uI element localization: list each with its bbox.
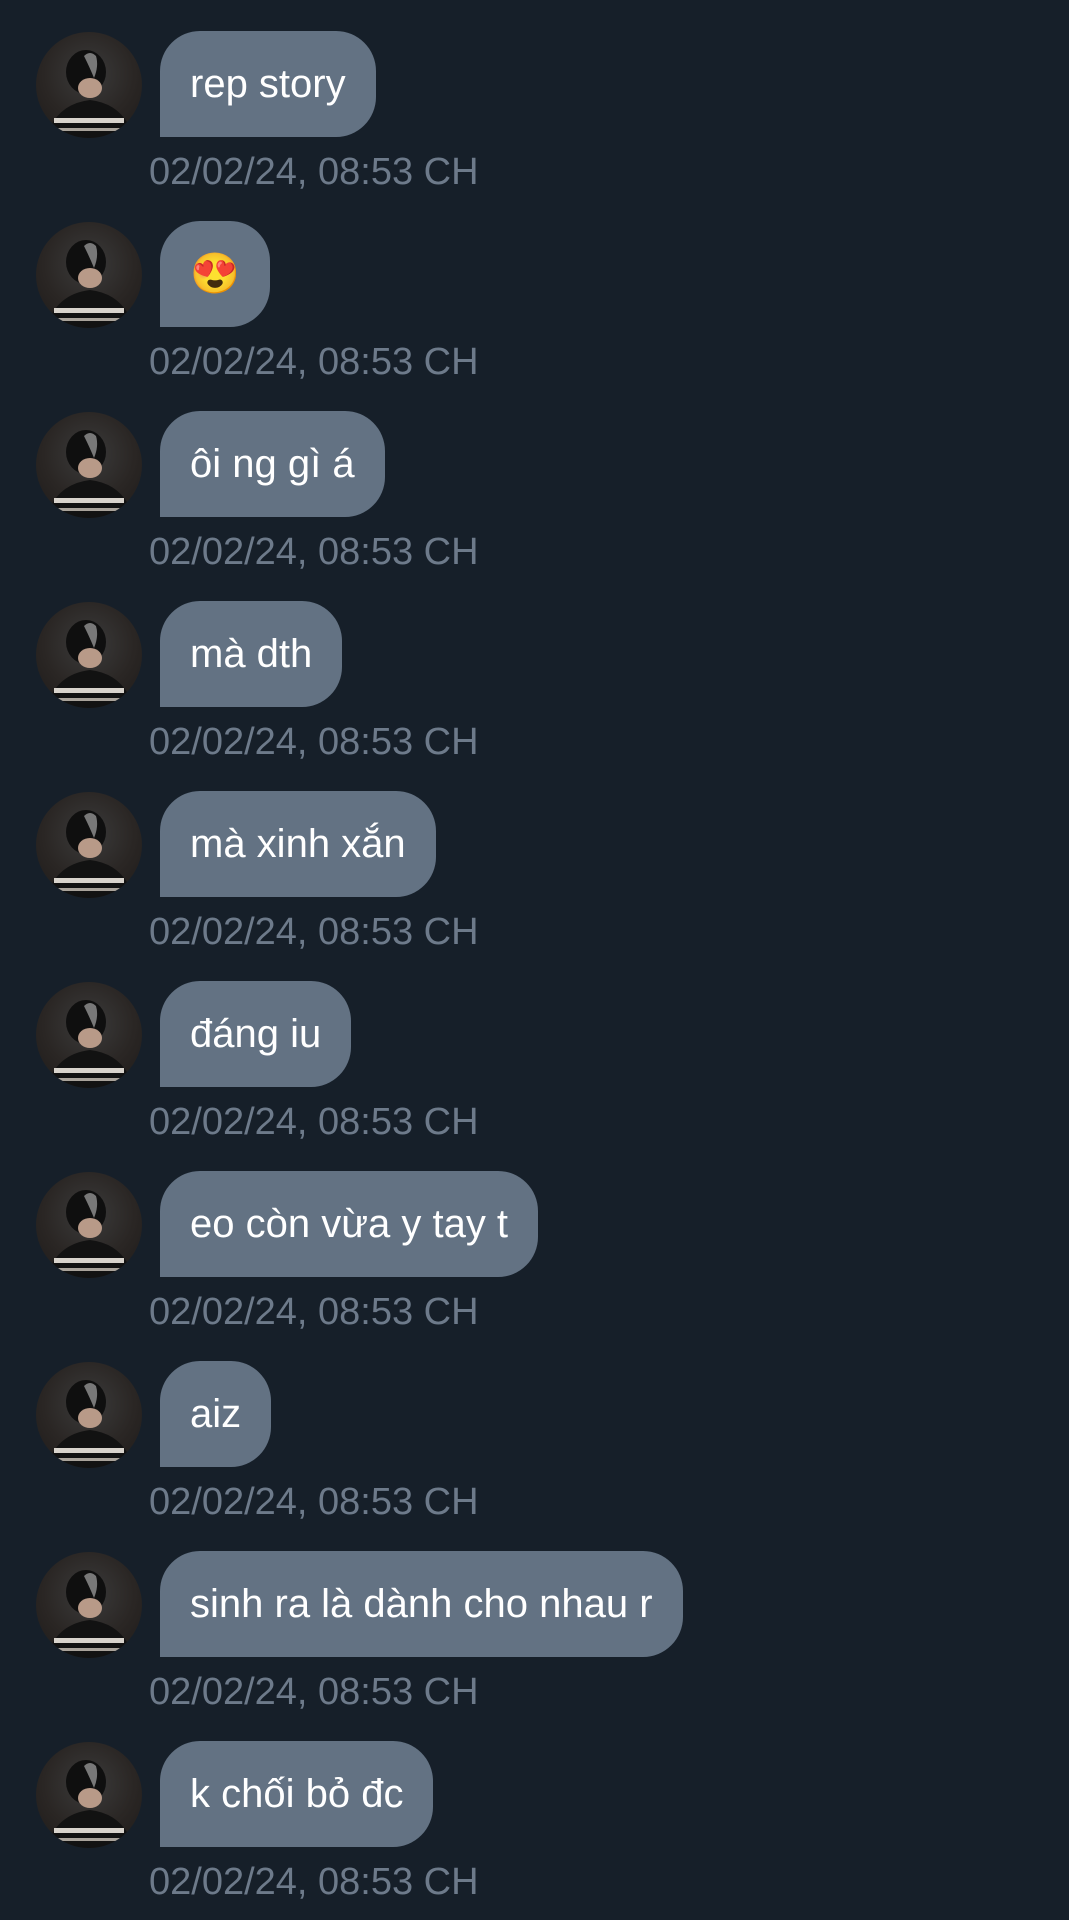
message-timestamp: 02/02/24, 08:53 CH (149, 1291, 479, 1333)
message-timestamp: 02/02/24, 08:53 CH (149, 1101, 479, 1143)
message-timestamp: 02/02/24, 08:53 CH (149, 1861, 479, 1903)
message-bubble[interactable]: rep story (160, 31, 376, 137)
message-bubble[interactable]: ôi ng gì á (160, 411, 385, 517)
message-timestamp: 02/02/24, 08:53 CH (149, 1481, 479, 1523)
avatar[interactable] (36, 32, 142, 138)
message-bubble[interactable]: đáng iu (160, 981, 352, 1087)
message-thread: rep story 02/02/24, 08:53 CH 😍 02/02/24,… (0, 0, 1069, 1920)
message-bubble[interactable]: mà xinh xắn (160, 791, 436, 897)
avatar[interactable] (36, 1552, 142, 1658)
avatar[interactable] (36, 412, 142, 518)
avatar[interactable] (36, 602, 142, 708)
avatar[interactable] (36, 1362, 142, 1468)
message-timestamp: 02/02/24, 08:53 CH (149, 531, 479, 573)
avatar-photo-icon (46, 1000, 134, 1088)
avatar[interactable] (36, 982, 142, 1088)
message-timestamp: 02/02/24, 08:53 CH (149, 341, 479, 383)
avatar-photo-icon (46, 1760, 134, 1848)
avatar-photo-icon (46, 1380, 134, 1468)
avatar-photo-icon (46, 430, 134, 518)
avatar[interactable] (36, 1172, 142, 1278)
message-bubble[interactable]: sinh ra là dành cho nhau r (160, 1551, 683, 1657)
message-bubble[interactable]: mà dth (160, 601, 343, 707)
avatar[interactable] (36, 222, 142, 328)
message-row: đáng iu 02/02/24, 08:53 CH (0, 950, 1069, 1143)
avatar[interactable] (36, 792, 142, 898)
message-timestamp: 02/02/24, 08:53 CH (149, 1671, 479, 1713)
message-row: ôi ng gì á 02/02/24, 08:53 CH (0, 380, 1069, 573)
avatar-photo-icon (46, 1190, 134, 1278)
message-timestamp: 02/02/24, 08:53 CH (149, 911, 479, 953)
avatar-photo-icon (46, 50, 134, 138)
message-row: mà xinh xắn 02/02/24, 08:53 CH (0, 760, 1069, 953)
avatar[interactable] (36, 1742, 142, 1848)
message-row: mà dth 02/02/24, 08:53 CH (0, 570, 1069, 763)
message-bubble[interactable]: k chối bỏ đc (160, 1741, 434, 1847)
message-bubble[interactable]: eo còn vừa y tay t (160, 1171, 539, 1277)
message-row: rep story 02/02/24, 08:53 CH (0, 0, 1069, 193)
message-row: eo còn vừa y tay t 02/02/24, 08:53 CH (0, 1140, 1069, 1333)
message-row: k chối bỏ đc 02/02/24, 08:53 CH (0, 1710, 1069, 1903)
avatar-photo-icon (46, 810, 134, 898)
message-timestamp: 02/02/24, 08:53 CH (149, 151, 479, 193)
message-bubble[interactable]: aiz (160, 1361, 272, 1467)
avatar-photo-icon (46, 1570, 134, 1658)
message-row: sinh ra là dành cho nhau r 02/02/24, 08:… (0, 1520, 1069, 1713)
message-row: 😍 02/02/24, 08:53 CH (0, 190, 1069, 383)
message-timestamp: 02/02/24, 08:53 CH (149, 721, 479, 763)
message-bubble[interactable]: 😍 (160, 221, 270, 327)
message-row: aiz 02/02/24, 08:53 CH (0, 1330, 1069, 1523)
avatar-photo-icon (46, 620, 134, 708)
avatar-photo-icon (46, 240, 134, 328)
